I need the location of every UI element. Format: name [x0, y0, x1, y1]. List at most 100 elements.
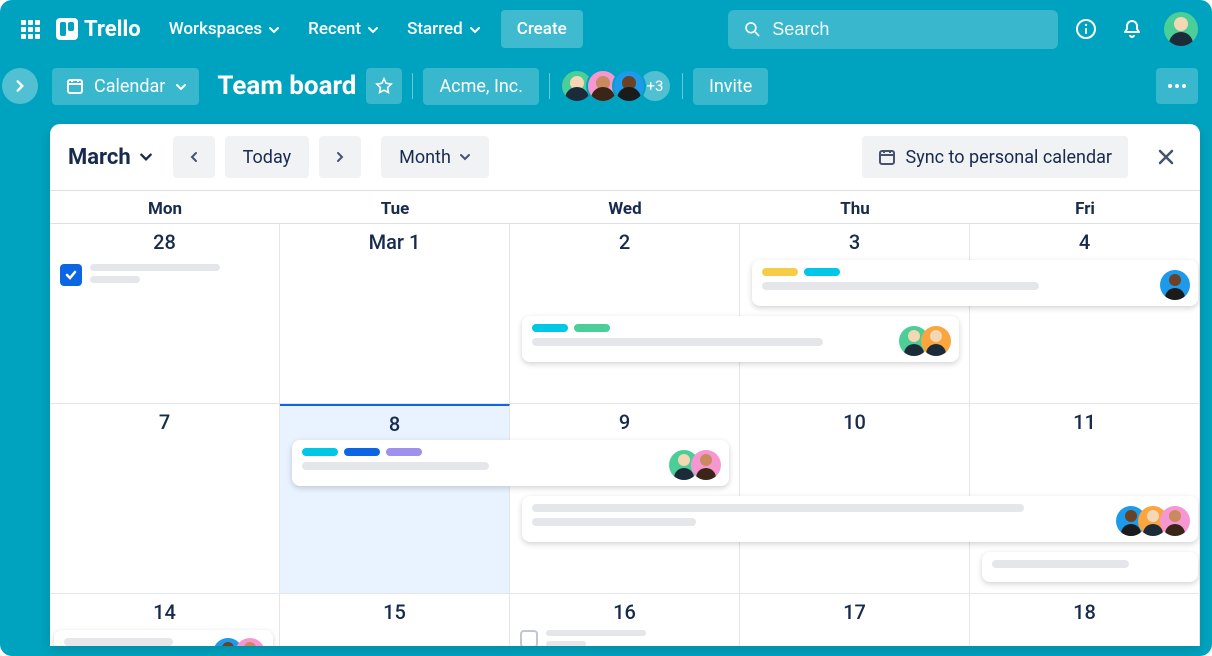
notifications-button[interactable]	[1114, 11, 1150, 47]
day-header: Tue	[280, 191, 510, 224]
date-number: 10	[740, 404, 969, 438]
card-avatar	[921, 326, 951, 356]
month-picker[interactable]: March	[68, 145, 153, 170]
card-placeholder	[90, 264, 220, 288]
sidebar-expand-button[interactable]	[2, 68, 38, 104]
search-input[interactable]	[772, 19, 1042, 40]
card-avatar	[235, 638, 265, 646]
star-board-button[interactable]	[366, 68, 402, 104]
next-button[interactable]	[319, 136, 361, 178]
chevron-down-icon	[459, 151, 471, 163]
sync-button[interactable]: Sync to personal calendar	[862, 136, 1128, 178]
dots-horizontal-icon	[1167, 83, 1187, 89]
close-icon	[1156, 147, 1176, 167]
board-title[interactable]: Team board	[217, 71, 356, 101]
calendar-cell[interactable]: 18	[970, 594, 1200, 646]
calendar-card[interactable]	[752, 260, 1199, 306]
calendar-cell[interactable]: 17	[740, 594, 970, 646]
date-number: 3	[740, 224, 969, 258]
divider	[549, 73, 550, 99]
card-avatar	[1160, 270, 1190, 300]
calendar-toolbar: March Today Month Sync to personal calen…	[50, 124, 1200, 190]
invite-button[interactable]: Invite	[693, 68, 768, 105]
top-nav: Trello Workspaces Recent Starred Create	[0, 0, 1212, 58]
calendar-week-row: 7 8 9 10 11	[50, 404, 1200, 594]
calendar-card[interactable]	[292, 440, 729, 486]
nav-starred[interactable]: Starred	[395, 11, 491, 47]
divider	[682, 73, 683, 99]
date-number: 7	[50, 404, 279, 438]
trello-logo-icon	[56, 18, 78, 40]
calendar-card[interactable]	[522, 316, 959, 362]
board-menu-button[interactable]	[1156, 68, 1198, 104]
chevron-right-icon	[334, 151, 346, 163]
view-switcher[interactable]: Calendar	[52, 68, 199, 105]
day-header: Thu	[740, 191, 970, 224]
calendar-cell[interactable]: 15	[280, 594, 510, 646]
today-button[interactable]: Today	[225, 136, 309, 178]
chevron-right-icon	[13, 79, 27, 93]
search-box[interactable]	[728, 10, 1058, 49]
chevron-down-icon	[268, 24, 278, 34]
date-number: 11	[970, 404, 1199, 438]
date-number: 4	[970, 224, 1199, 258]
calendar-card[interactable]	[522, 496, 1199, 542]
calendar-cell[interactable]: 16	[510, 594, 740, 646]
chevron-down-icon	[139, 150, 153, 164]
day-header: Wed	[510, 191, 740, 224]
day-header: Mon	[50, 191, 280, 224]
calendar-card[interactable]	[982, 552, 1199, 582]
app-grid-icon	[21, 20, 40, 39]
chevron-left-icon	[188, 151, 200, 163]
user-avatar[interactable]	[1164, 12, 1198, 46]
calendar-icon	[878, 148, 896, 166]
chevron-down-icon	[469, 24, 479, 34]
date-number: 16	[510, 594, 739, 628]
search-icon	[744, 20, 760, 38]
board-members[interactable]: +3	[560, 69, 672, 103]
calendar-card[interactable]	[54, 630, 273, 646]
calendar-day-headers: Mon Tue Wed Thu Fri	[50, 190, 1200, 224]
date-number: Mar 1	[280, 224, 509, 258]
day-header: Fri	[970, 191, 1200, 224]
logo[interactable]: Trello	[56, 17, 141, 42]
card-placeholder	[546, 630, 646, 646]
app-name: Trello	[84, 17, 141, 42]
date-number: 9	[510, 404, 739, 438]
chevron-down-icon	[367, 24, 377, 34]
close-button[interactable]	[1150, 141, 1182, 173]
checkbox-empty-icon[interactable]	[520, 630, 538, 646]
card-avatar	[1160, 506, 1190, 536]
date-number: 2	[510, 224, 739, 258]
nav-workspaces[interactable]: Workspaces	[157, 11, 290, 47]
calendar-cell[interactable]: 2	[510, 224, 740, 404]
chevron-down-icon	[175, 81, 185, 91]
nav-recent[interactable]: Recent	[296, 11, 389, 47]
divider	[412, 73, 413, 99]
date-number: 15	[280, 594, 509, 628]
date-number: 18	[970, 594, 1199, 628]
calendar-icon	[66, 77, 84, 95]
date-number: 17	[740, 594, 969, 628]
date-number: 14	[50, 594, 279, 628]
date-number: 28	[50, 224, 279, 258]
range-picker[interactable]: Month	[381, 136, 489, 178]
create-button[interactable]: Create	[501, 10, 583, 48]
calendar-cell[interactable]: Mar 1	[280, 224, 510, 404]
prev-button[interactable]	[173, 136, 215, 178]
calendar-cell[interactable]: 7	[50, 404, 280, 594]
info-icon	[1075, 18, 1097, 40]
app-switcher-button[interactable]	[14, 13, 46, 45]
workspace-button[interactable]: Acme, Inc.	[423, 68, 539, 105]
board-bar: Calendar Team board Acme, Inc. +3 Invite	[0, 58, 1212, 114]
checkbox-checked-icon[interactable]	[60, 264, 82, 286]
member-avatar[interactable]	[612, 69, 646, 103]
calendar-week-row: 28 Mar 1 2 3 4	[50, 224, 1200, 404]
date-number: 8	[280, 406, 509, 440]
info-button[interactable]	[1068, 11, 1104, 47]
calendar-cell[interactable]: 4	[970, 224, 1200, 404]
calendar-cell[interactable]: 28	[50, 224, 280, 404]
calendar-cell-today[interactable]: 8	[280, 404, 510, 594]
star-icon	[375, 77, 393, 95]
calendar-cell[interactable]: 3	[740, 224, 970, 404]
